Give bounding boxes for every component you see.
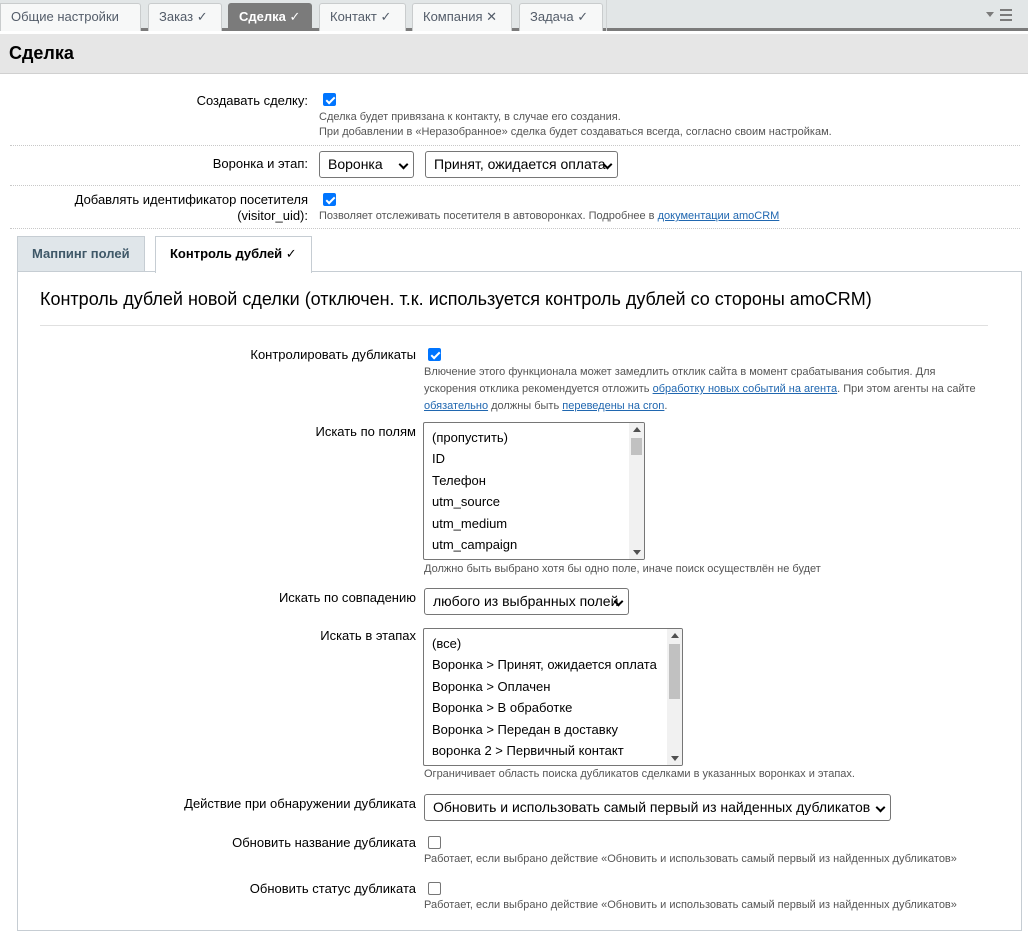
update-name-checkbox[interactable] — [428, 836, 441, 849]
check-icon: ✓ — [196, 9, 208, 24]
chevron-down-icon — [398, 159, 409, 170]
stage-select[interactable]: Принят, ожидается оплата — [425, 151, 618, 178]
create-deal-checkbox[interactable] — [323, 93, 336, 106]
section-title: Сделка — [0, 34, 1028, 74]
tab-label: Контроль дублей ✓ — [170, 246, 297, 261]
divider — [10, 185, 1020, 186]
tab-deal[interactable]: Сделка ✓ — [228, 3, 312, 31]
hint-text: ускорения отклика рекомендуется отложить — [424, 383, 653, 395]
create-deal-hint-2: При добавлении в «Неразобранное» сделка … — [319, 126, 832, 138]
match-select[interactable]: любого из выбранных полей — [424, 588, 629, 615]
search-fields-hint: Должно быть выбрано хотя бы одно поле, и… — [424, 563, 821, 575]
mandatory-link[interactable]: обязательно — [424, 400, 488, 412]
hint-text: должны быть — [488, 400, 563, 412]
tab-contact[interactable]: Контакт ✓ — [319, 3, 406, 31]
scroll-up-icon[interactable] — [671, 633, 679, 638]
visitor-uid-hint-text: Позволяет отслеживать посетителя в автов… — [319, 210, 658, 222]
scroll-up-icon[interactable] — [633, 427, 641, 432]
tab-label: Общие настройки — [11, 9, 119, 24]
tab-separator — [606, 0, 607, 31]
tab-label: Сделка — [239, 9, 286, 24]
agent-processing-link[interactable]: обработку новых событий на агента — [653, 383, 838, 395]
tab-order[interactable]: Заказ ✓ — [148, 3, 222, 31]
visitor-uid-label-line-1: Добавлять идентификатор посетителя — [74, 192, 308, 207]
scroll-down-icon[interactable] — [671, 756, 679, 761]
update-status-checkbox[interactable] — [428, 882, 441, 895]
tab-label: Компания — [423, 9, 483, 24]
cross-icon: ✕ — [486, 9, 498, 24]
visitor-uid-label-line-2: (visitor_uid): — [237, 208, 308, 223]
amocrm-docs-link[interactable]: документации amoCRM — [658, 210, 780, 222]
list-item[interactable]: Телефон — [432, 473, 486, 488]
update-status-label: Обновить статус дубликата — [249, 881, 416, 896]
hint-line-2: ускорения отклика рекомендуется отложить… — [424, 381, 984, 398]
visitor-uid-hint: Позволяет отслеживать посетителя в автов… — [319, 208, 779, 225]
pipeline-select-value: Воронка — [328, 156, 383, 172]
chevron-down-icon — [875, 802, 886, 813]
menu-icon[interactable] — [986, 6, 1014, 24]
pipeline-select[interactable]: Воронка — [319, 151, 414, 178]
scrollbar[interactable] — [667, 629, 682, 765]
control-duplicates-label: Контролировать дубликаты — [250, 347, 416, 362]
hint-line-3: обязательно должны быть переведены на cr… — [424, 398, 984, 415]
tab-task[interactable]: Задача ✓ — [519, 3, 603, 31]
stages-hint: Ограничивает область поиска дубликатов с… — [424, 768, 855, 780]
hint-text: . — [664, 400, 668, 412]
divider — [10, 228, 1020, 229]
stage-select-value: Принят, ожидается оплата — [434, 156, 606, 172]
visitor-uid-checkbox[interactable] — [323, 193, 336, 206]
list-item[interactable]: воронка 2 > Первичный контакт — [432, 743, 624, 758]
tab-general-settings[interactable]: Общие настройки — [0, 3, 141, 31]
search-fields-label: Искать по полям — [315, 424, 416, 439]
scrollbar-thumb[interactable] — [669, 644, 680, 699]
duplicate-control-panel: Контроль дублей новой сделки (отключен. … — [17, 271, 1022, 931]
control-duplicates-hint: Влючение этого функционала может замедли… — [424, 364, 984, 415]
list-item[interactable]: (пропустить) — [432, 430, 508, 445]
list-item[interactable]: Воронка > Принят, ожидается оплата — [432, 657, 657, 672]
cron-link[interactable]: переведены на cron — [562, 400, 664, 412]
check-icon: ✓ — [289, 9, 301, 24]
scrollbar[interactable] — [629, 423, 644, 559]
list-item[interactable]: utm_source — [432, 494, 500, 509]
tab-label: Заказ — [159, 9, 194, 24]
update-status-hint: Работает, если выбрано действие «Обновит… — [424, 899, 957, 911]
check-icon: ✓ — [577, 9, 589, 24]
action-select-value: Обновить и использовать самый первый из … — [433, 799, 871, 815]
tab-label: Контакт — [330, 9, 377, 24]
tab-label: Маппинг полей — [32, 246, 130, 261]
scrollbar-thumb[interactable] — [631, 438, 642, 455]
control-duplicates-checkbox[interactable] — [428, 348, 441, 361]
search-fields-listbox[interactable]: (пропустить) ID Телефон utm_source utm_m… — [423, 422, 645, 560]
divider — [10, 145, 1020, 146]
match-label: Искать по совпадению — [278, 590, 416, 605]
tab-duplicate-control[interactable]: Контроль дублей ✓ — [155, 236, 312, 273]
tab-label: Задача — [530, 9, 574, 24]
funnel-label: Воронка и этап: — [212, 156, 308, 171]
list-item[interactable]: Воронка > Передан в доставку — [432, 722, 618, 737]
panel-divider — [40, 325, 988, 326]
update-name-hint: Работает, если выбрано действие «Обновит… — [424, 853, 957, 865]
list-item[interactable]: utm_campaign — [432, 537, 517, 552]
match-select-value: любого из выбранных полей — [433, 593, 619, 609]
panel-title: Контроль дублей новой сделки (отключен. … — [40, 289, 872, 309]
stages-listbox[interactable]: (все) Воронка > Принят, ожидается оплата… — [423, 628, 683, 766]
list-item[interactable]: Воронка > В обработке — [432, 700, 572, 715]
list-item[interactable]: ID — [432, 451, 445, 466]
scroll-down-icon[interactable] — [633, 550, 641, 555]
tab-field-mapping[interactable]: Маппинг полей — [17, 236, 145, 272]
check-icon: ✓ — [380, 9, 392, 24]
stages-label: Искать в этапах — [320, 628, 416, 643]
top-tab-bar: Общие настройки Заказ ✓ Сделка ✓ Контакт… — [0, 0, 1028, 31]
list-item[interactable]: Воронка > Оплачен — [432, 679, 550, 694]
create-deal-label: Создавать сделку: — [196, 93, 308, 108]
action-select[interactable]: Обновить и использовать самый первый из … — [424, 794, 891, 821]
list-item[interactable]: utm_medium — [432, 516, 507, 531]
action-label: Действие при обнаружении дубликата — [184, 796, 416, 811]
hint-text: . При этом агенты на сайте — [837, 383, 976, 395]
hint-line-1: Влючение этого функционала может замедли… — [424, 366, 936, 378]
list-item[interactable]: (все) — [432, 636, 461, 651]
update-name-label: Обновить название дубликата — [232, 835, 416, 850]
tab-company[interactable]: Компания ✕ — [412, 3, 512, 31]
